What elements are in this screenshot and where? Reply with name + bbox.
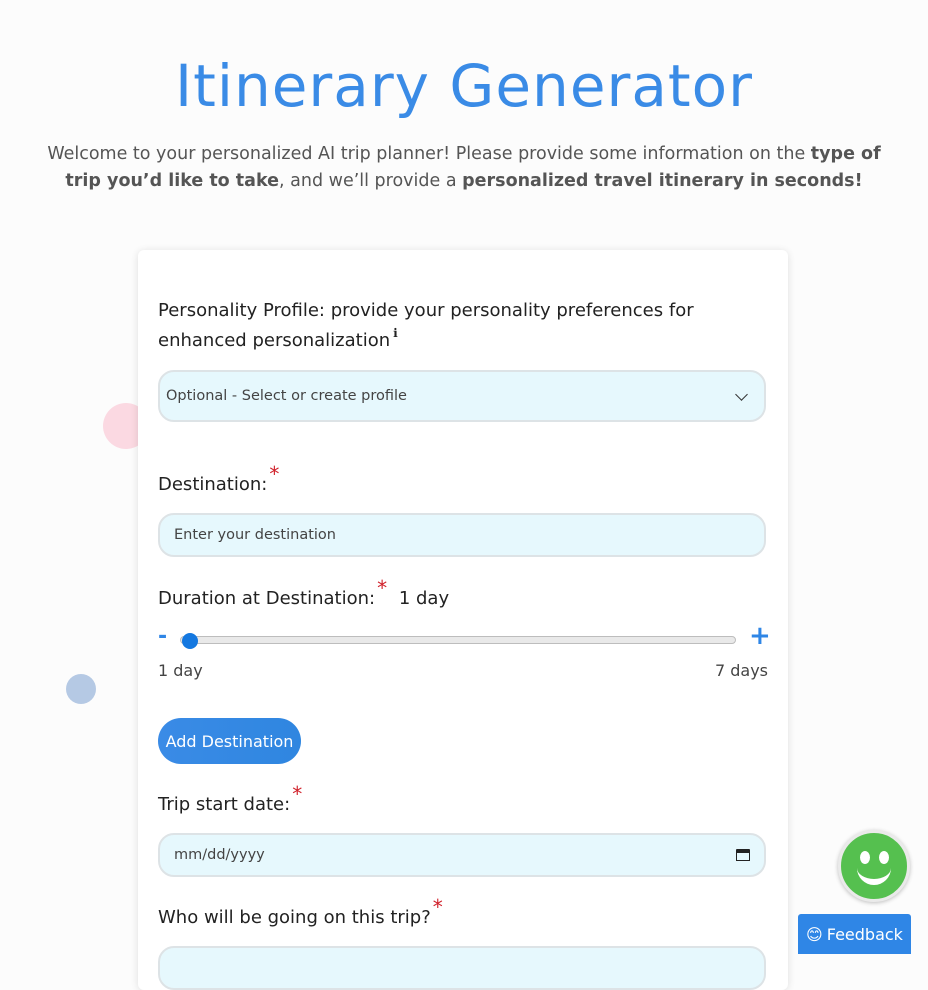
feedback-label: Feedback bbox=[826, 924, 903, 944]
required-asterisk: * bbox=[292, 782, 303, 806]
feedback-button[interactable]: 😊 Feedback bbox=[798, 914, 911, 954]
travelers-label: Who will be going on this trip? * bbox=[158, 895, 443, 928]
smiley-feedback-icon[interactable] bbox=[838, 830, 910, 902]
duration-label: Duration at Destination: * 1 day bbox=[158, 576, 450, 609]
chevron-down-icon bbox=[735, 387, 748, 401]
intro-part-2: , and we’ll provide a bbox=[279, 171, 463, 191]
personality-profile-select[interactable]: Optional - Select or create profile bbox=[158, 370, 766, 422]
trip-start-date-input[interactable]: mm/dd/yyyy bbox=[158, 833, 766, 877]
duration-increment-button[interactable]: + bbox=[749, 621, 771, 651]
intro-text: Welcome to your personalized AI trip pla… bbox=[30, 141, 898, 195]
personality-profile-label: Personality Profile: provide your person… bbox=[158, 300, 694, 351]
personality-profile-select-value: Optional - Select or create profile bbox=[166, 388, 407, 404]
smile-emoji-icon: 😊 bbox=[806, 924, 823, 944]
decorative-blue-circle bbox=[66, 674, 96, 704]
destination-input[interactable]: Enter your destination bbox=[158, 513, 766, 557]
info-icon[interactable]: ℹ bbox=[393, 326, 398, 340]
date-placeholder: mm/dd/yyyy bbox=[174, 847, 265, 863]
intro-bold-2: personalized travel itinerary in seconds… bbox=[462, 171, 863, 191]
duration-slider-thumb[interactable] bbox=[182, 633, 198, 649]
required-asterisk: * bbox=[377, 576, 388, 600]
slider-min-label: 1 day bbox=[158, 661, 203, 680]
itinerary-form-card: Personality Profile: provide your person… bbox=[138, 250, 788, 990]
page-title: Itinerary Generator bbox=[175, 52, 753, 120]
add-destination-button[interactable]: Add Destination bbox=[158, 718, 301, 764]
required-asterisk: * bbox=[432, 895, 443, 919]
calendar-icon[interactable] bbox=[736, 848, 750, 862]
trip-start-date-label: Trip start date: * bbox=[158, 782, 303, 815]
travelers-input[interactable] bbox=[158, 946, 766, 990]
duration-slider-track[interactable] bbox=[180, 636, 736, 644]
duration-decrement-button[interactable]: - bbox=[158, 624, 167, 649]
duration-value: 1 day bbox=[398, 588, 450, 609]
slider-max-label: 7 days bbox=[714, 661, 768, 680]
required-asterisk: * bbox=[269, 462, 280, 486]
destination-label: Destination: * bbox=[158, 462, 280, 495]
intro-part-1: Welcome to your personalized AI trip pla… bbox=[47, 144, 811, 164]
destination-placeholder: Enter your destination bbox=[174, 527, 336, 543]
